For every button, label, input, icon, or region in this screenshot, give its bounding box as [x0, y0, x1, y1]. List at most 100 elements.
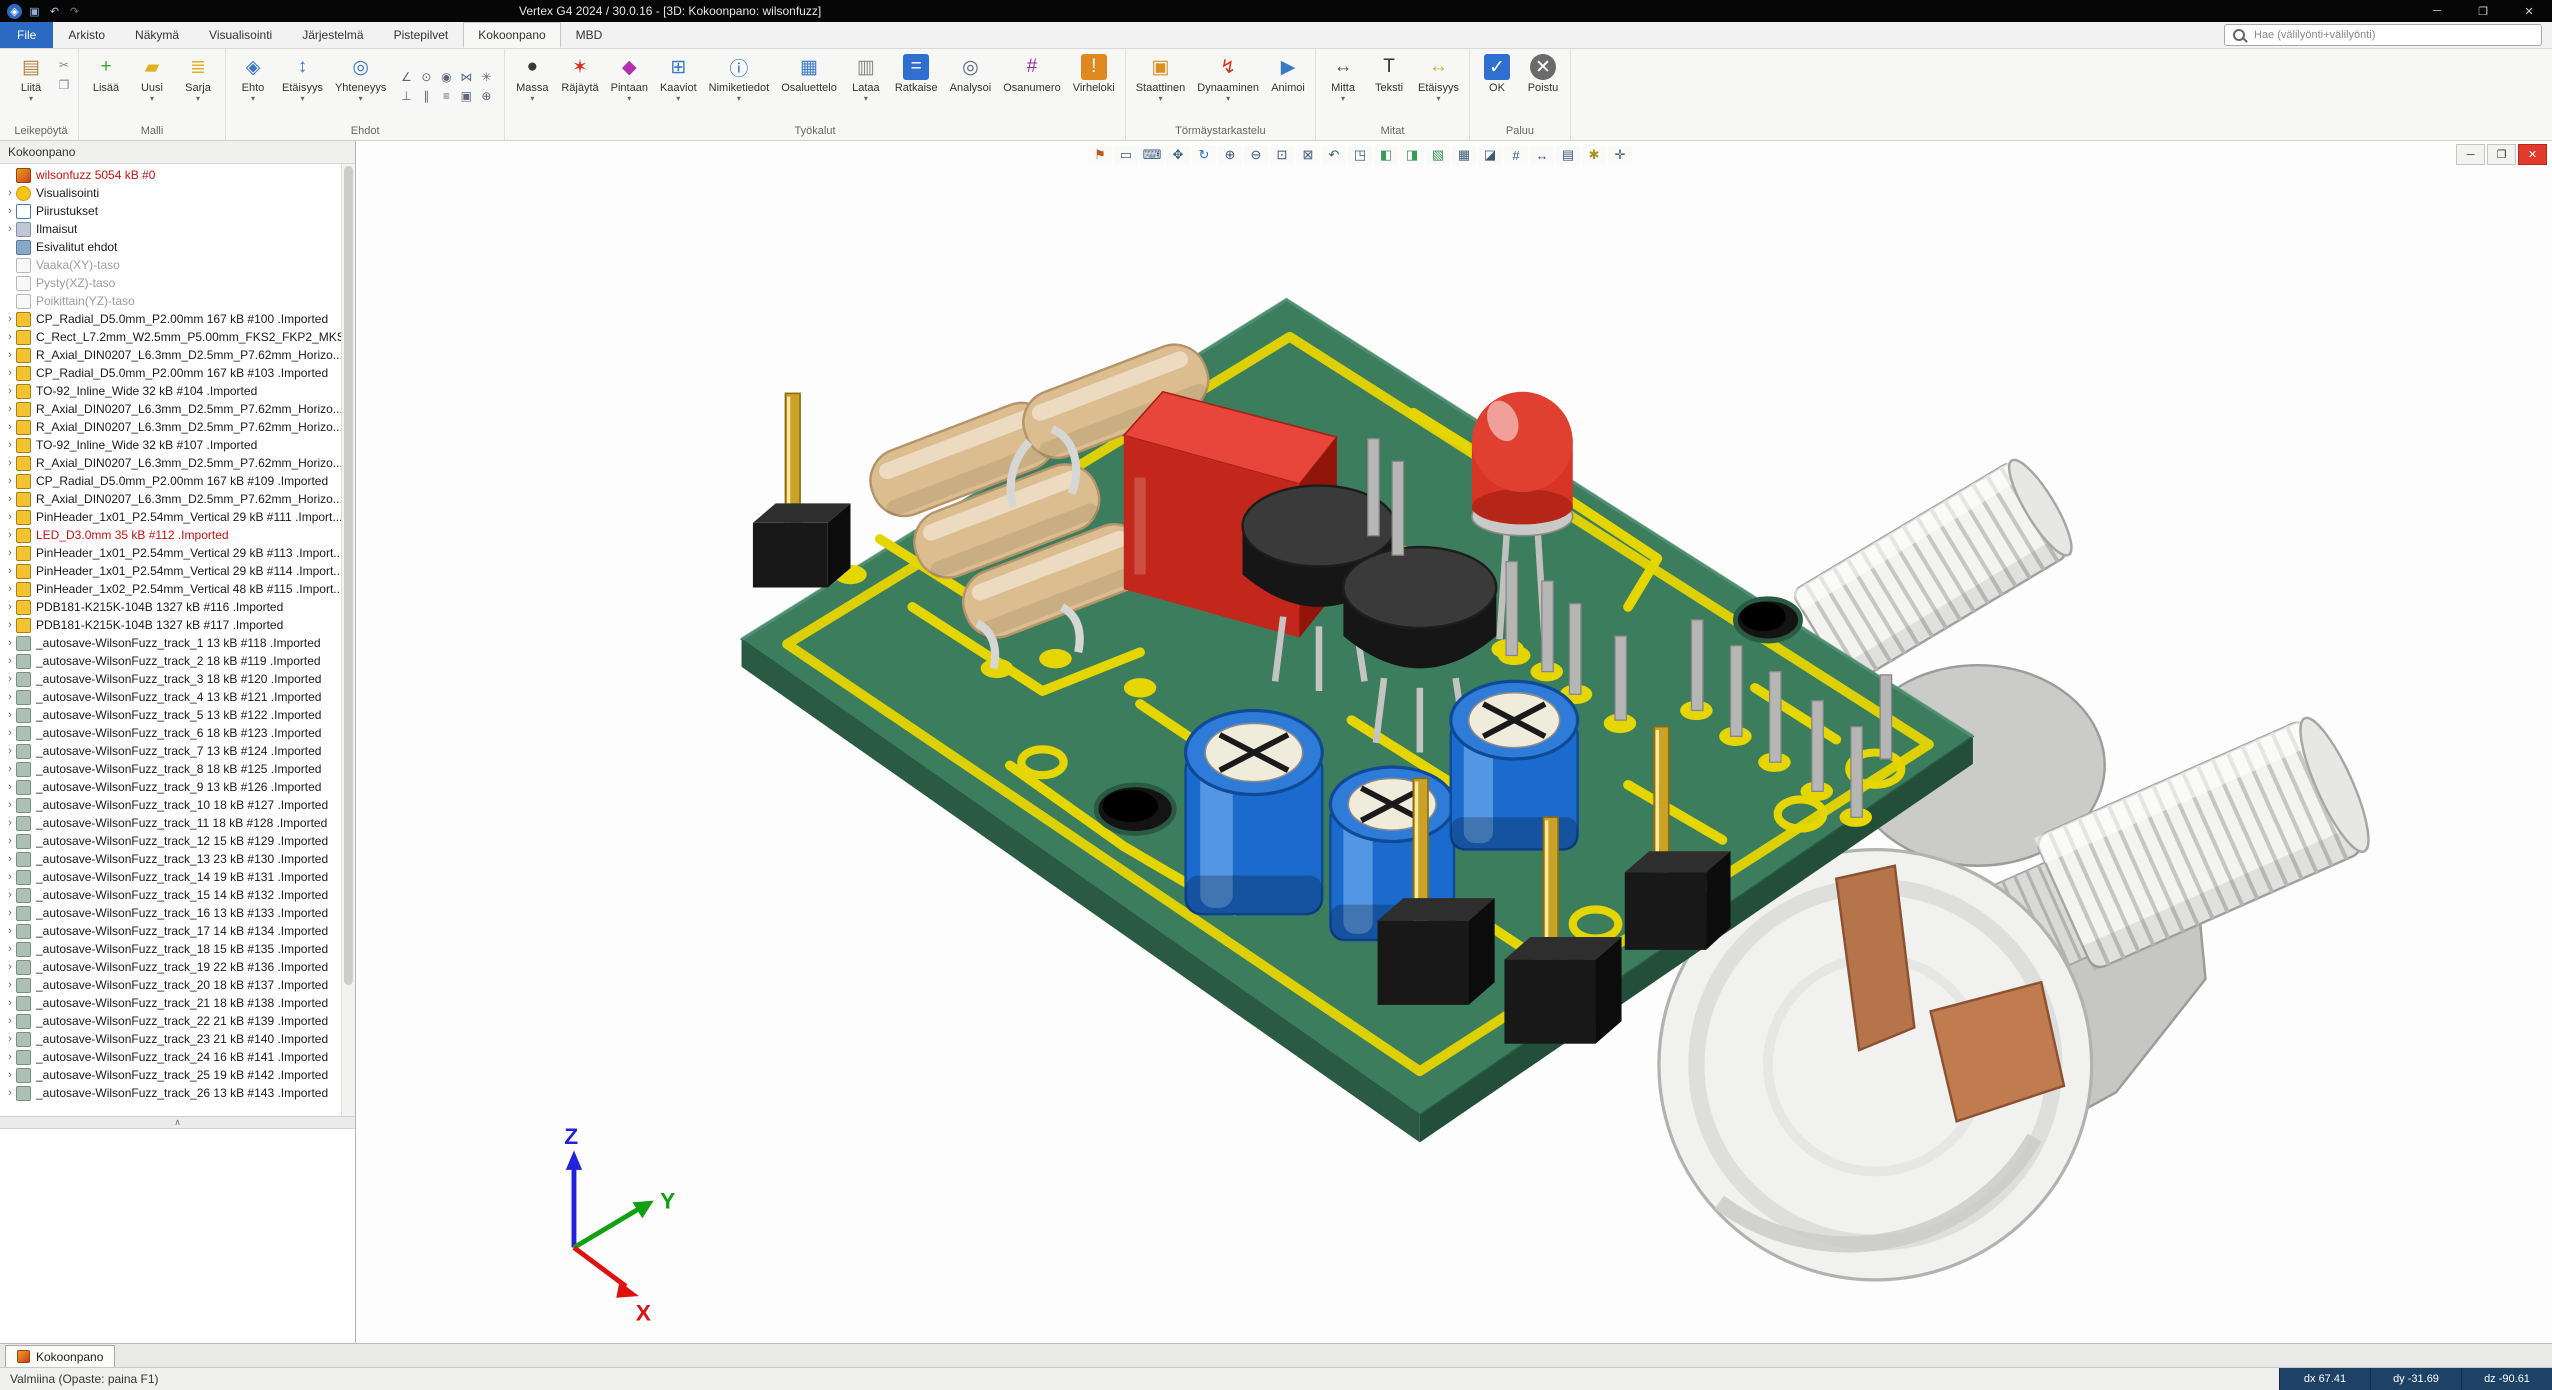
tree-item[interactable]: ›PinHeader_1x01_P2.54mm_Vertical 29 kB #…	[0, 562, 342, 580]
animoi-button[interactable]: ▶Animoi	[1266, 51, 1310, 94]
expand-arrow-icon[interactable]: ›	[4, 637, 16, 649]
pintaan-button[interactable]: ◆Pintaan▾	[606, 51, 653, 103]
tree-item[interactable]: ›_autosave-WilsonFuzz_track_4 13 kB #121…	[0, 688, 342, 706]
panel-splitter[interactable]: ∧	[0, 1116, 355, 1129]
scrollbar-thumb[interactable]	[344, 166, 353, 985]
tree-item[interactable]: Pysty(XZ)-taso	[0, 274, 342, 292]
expand-arrow-icon[interactable]: ›	[4, 781, 16, 793]
tree-item[interactable]: ›_autosave-WilsonFuzz_track_17 14 kB #13…	[0, 922, 342, 940]
zoom-out-icon[interactable]: ⊖	[1244, 145, 1268, 165]
tree-item[interactable]: ›_autosave-WilsonFuzz_track_10 18 kB #12…	[0, 796, 342, 814]
tree-item[interactable]: ›PDB181-K215K-104B 1327 kB #116 .Importe…	[0, 598, 342, 616]
expand-arrow-icon[interactable]: ›	[4, 223, 16, 235]
ratkaise-button[interactable]: =Ratkaise	[890, 51, 943, 94]
electrolytic-capacitor-1[interactable]	[1186, 710, 1323, 914]
expand-arrow-icon[interactable]: ›	[4, 187, 16, 199]
tree-item[interactable]: ›R_Axial_DIN0207_L6.3mm_D2.5mm_P7.62mm_H…	[0, 490, 342, 508]
equal-icon[interactable]: ≡	[436, 87, 456, 106]
zoom-fit-icon[interactable]: ⊠	[1296, 145, 1320, 165]
angle-icon[interactable]: ∠	[396, 68, 416, 87]
mitta-button[interactable]: ↔Mitta▾	[1321, 51, 1365, 103]
search-input[interactable]	[2252, 28, 2533, 42]
tree-item[interactable]: ›TO-92_Inline_Wide 32 kB #107 .Imported	[0, 436, 342, 454]
expand-arrow-icon[interactable]: ›	[4, 673, 16, 685]
sarja-button[interactable]: ≣Sarja▾	[176, 51, 220, 103]
expand-arrow-icon[interactable]: ›	[4, 547, 16, 559]
tree-item[interactable]: ›R_Axial_DIN0207_L6.3mm_D2.5mm_P7.62mm_H…	[0, 418, 342, 436]
pan-icon[interactable]: ✥	[1166, 145, 1190, 165]
tree-item[interactable]: ›_autosave-WilsonFuzz_track_21 18 kB #13…	[0, 994, 342, 1012]
save-icon[interactable]: ▣	[27, 4, 42, 19]
tree-item[interactable]: ›_autosave-WilsonFuzz_track_26 13 kB #14…	[0, 1084, 342, 1102]
expand-arrow-icon[interactable]: ›	[4, 331, 16, 343]
yhteneyys-button[interactable]: ◎Yhteneyys▾	[330, 51, 391, 103]
staattinen-button[interactable]: ▣Staattinen▾	[1131, 51, 1191, 103]
ehto-button[interactable]: ◈Ehto▾	[231, 51, 275, 103]
tree-item[interactable]: ›_autosave-WilsonFuzz_track_5 13 kB #122…	[0, 706, 342, 724]
zoom-window-icon[interactable]: ⊡	[1270, 145, 1294, 165]
nimiketiedot-button[interactable]: ⓘNimiketiedot▾	[704, 51, 775, 103]
expand-arrow-icon[interactable]: ›	[4, 817, 16, 829]
close-button[interactable]: ✕	[2506, 0, 2552, 22]
poistu-button[interactable]: ✕Poistu	[1521, 51, 1565, 94]
expand-arrow-icon[interactable]: ›	[4, 925, 16, 937]
expand-arrow-icon[interactable]: ›	[4, 853, 16, 865]
expand-arrow-icon[interactable]: ›	[4, 763, 16, 775]
tree-item[interactable]: ›_autosave-WilsonFuzz_track_8 18 kB #125…	[0, 760, 342, 778]
tree-item[interactable]: ›_autosave-WilsonFuzz_track_14 19 kB #13…	[0, 868, 342, 886]
expand-arrow-icon[interactable]: ›	[4, 691, 16, 703]
tab-kokoonpano[interactable]: Kokoonpano	[463, 22, 560, 48]
fullscreen-icon[interactable]: ✛	[1608, 145, 1632, 165]
tree-scrollbar[interactable]	[341, 164, 355, 1116]
search-box[interactable]	[2224, 24, 2542, 46]
measure-icon[interactable]: ↔	[1530, 145, 1554, 165]
expand-arrow-icon[interactable]: ›	[4, 1051, 16, 1063]
tree-item[interactable]: ›C_Rect_L7.2mm_W2.5mm_P5.00mm_FKS2_FKP2_…	[0, 328, 342, 346]
view-orientation-icon[interactable]: ◳	[1348, 145, 1372, 165]
pattern-icon[interactable]: ✳	[476, 68, 496, 87]
expand-arrow-icon[interactable]: ›	[4, 1087, 16, 1099]
lock-icon[interactable]: ▣	[456, 87, 476, 106]
tree-item[interactable]: wilsonfuzz 5054 kB #0	[0, 166, 342, 184]
tree-item[interactable]: ›PDB181-K215K-104B 1327 kB #117 .Importe…	[0, 616, 342, 634]
parallel-icon[interactable]: ∥	[416, 87, 436, 106]
expand-arrow-icon[interactable]: ›	[4, 439, 16, 451]
rotate-icon[interactable]: ↻	[1192, 145, 1216, 165]
liita-button[interactable]: ▤Liitä▾	[9, 51, 53, 103]
uusi-button[interactable]: ▰Uusi▾	[130, 51, 174, 103]
etaisyys-button[interactable]: ↔Etäisyys▾	[1413, 51, 1464, 103]
tree-item[interactable]: ›_autosave-WilsonFuzz_track_2 18 kB #119…	[0, 652, 342, 670]
symmetry-icon[interactable]: ⋈	[456, 68, 476, 87]
tree-item[interactable]: ›_autosave-WilsonFuzz_track_23 21 kB #14…	[0, 1030, 342, 1048]
redo-icon[interactable]: ↷	[67, 4, 82, 19]
lisaa-button[interactable]: +Lisää	[84, 51, 128, 94]
expand-arrow-icon[interactable]: ›	[4, 475, 16, 487]
expand-arrow-icon[interactable]: ›	[4, 403, 16, 415]
tab-mbd[interactable]: MBD	[561, 22, 618, 48]
tree-item[interactable]: ›_autosave-WilsonFuzz_track_20 18 kB #13…	[0, 976, 342, 994]
ok-button[interactable]: ✓OK	[1475, 51, 1519, 94]
tree-item[interactable]: Poikittain(YZ)-taso	[0, 292, 342, 310]
tree-item[interactable]: ›PinHeader_1x01_P2.54mm_Vertical 29 kB #…	[0, 544, 342, 562]
tree-item[interactable]: Vaaka(XY)-taso	[0, 256, 342, 274]
tree-item[interactable]: ›CP_Radial_D5.0mm_P2.00mm 167 kB #100 .I…	[0, 310, 342, 328]
shade-mode-3-icon[interactable]: ▧	[1426, 145, 1450, 165]
grid-icon[interactable]: #	[1504, 145, 1528, 165]
tree-item[interactable]: ›Piirustukset	[0, 202, 342, 220]
tree-item[interactable]: Esivalitut ehdot	[0, 238, 342, 256]
tree-item[interactable]: ›TO-92_Inline_Wide 32 kB #104 .Imported	[0, 382, 342, 400]
expand-arrow-icon[interactable]: ›	[4, 889, 16, 901]
expand-arrow-icon[interactable]: ›	[4, 565, 16, 577]
expand-arrow-icon[interactable]: ›	[4, 385, 16, 397]
lataa-button[interactable]: ▥Lataa▾	[844, 51, 888, 103]
print-icon[interactable]: ▤	[1556, 145, 1580, 165]
expand-arrow-icon[interactable]: ›	[4, 943, 16, 955]
expand-arrow-icon[interactable]: ›	[4, 979, 16, 991]
expand-arrow-icon[interactable]: ›	[4, 457, 16, 469]
fix-icon[interactable]: ⊕	[476, 87, 496, 106]
expand-arrow-icon[interactable]: ›	[4, 835, 16, 847]
tab-jarjestelma[interactable]: Järjestelmä	[287, 22, 378, 48]
tree-item[interactable]: ›_autosave-WilsonFuzz_track_18 15 kB #13…	[0, 940, 342, 958]
tree-item[interactable]: ›_autosave-WilsonFuzz_track_9 13 kB #126…	[0, 778, 342, 796]
expand-arrow-icon[interactable]: ›	[4, 367, 16, 379]
